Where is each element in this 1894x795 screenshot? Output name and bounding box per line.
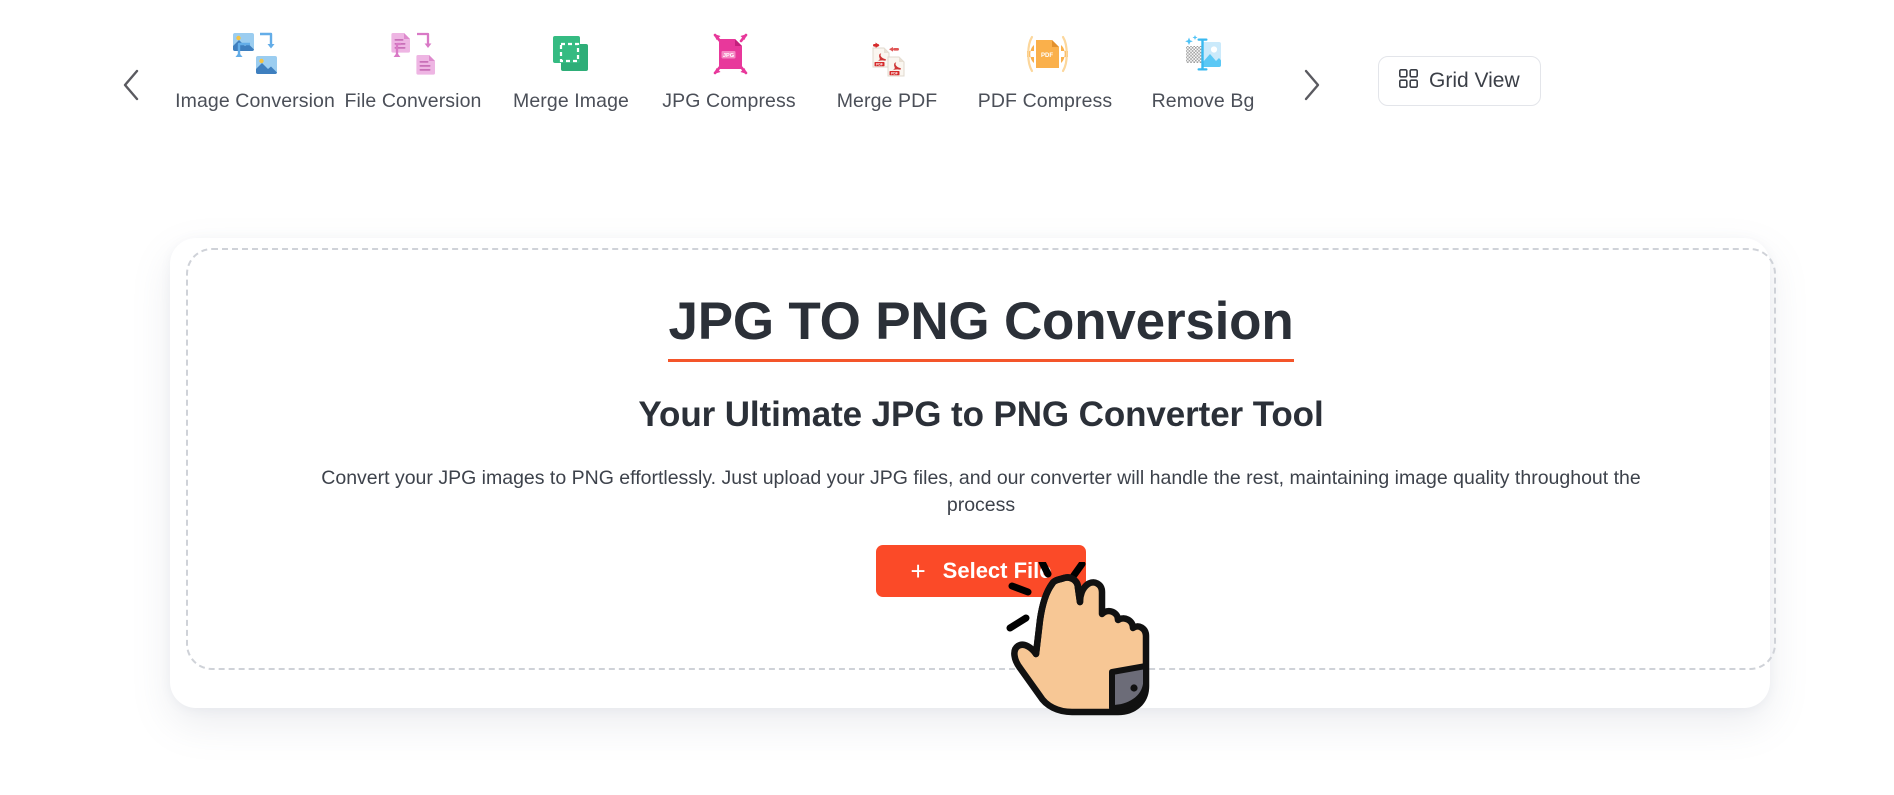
merge-pdf-icon: PDF PDF xyxy=(862,30,912,78)
tool-item-file-conversion[interactable]: File Conversion xyxy=(334,30,492,113)
tool-label: Merge PDF xyxy=(836,90,938,112)
svg-text:PDF: PDF xyxy=(891,71,898,75)
select-file-label: Select File xyxy=(942,558,1052,584)
tool-label: Image Conversion xyxy=(175,90,335,112)
file-conversion-icon xyxy=(388,30,438,78)
tool-list: Image Conversion File Conversion Merge I… xyxy=(175,30,1282,113)
chevron-left-icon xyxy=(120,68,142,102)
tool-item-image-conversion[interactable]: Image Conversion xyxy=(175,30,335,113)
grid-view-label: Grid View xyxy=(1429,69,1520,92)
select-file-row: + Select File xyxy=(876,545,1086,598)
page-title: JPG TO PNG Conversion xyxy=(668,292,1294,351)
upload-card-content: JPG TO PNG Conversion Your Ultimate JPG … xyxy=(186,248,1776,670)
select-file-button[interactable]: + Select File xyxy=(876,545,1086,598)
image-conversion-icon xyxy=(230,30,280,78)
remove-bg-icon xyxy=(1178,30,1228,78)
page-root: Image Conversion File Conversion Merge I… xyxy=(0,0,1894,795)
plus-icon: + xyxy=(910,556,926,587)
tool-item-pdf-compress[interactable]: PDF PDF Compress xyxy=(966,30,1124,113)
merge-image-icon xyxy=(546,30,596,78)
svg-text:PDF: PDF xyxy=(876,62,883,66)
tool-item-merge-pdf[interactable]: PDF PDF Merge PDF xyxy=(808,30,966,113)
tool-label: Remove Bg xyxy=(1151,90,1255,112)
tool-navigation-bar: Image Conversion File Conversion Merge I… xyxy=(0,30,1894,140)
tool-label: Merge Image xyxy=(513,90,629,112)
tool-label: File Conversion xyxy=(344,90,482,112)
pdf-compress-icon: PDF xyxy=(1020,30,1070,78)
svg-text:JPG: JPG xyxy=(723,53,734,59)
tool-item-jpg-compress[interactable]: JPG JPG Compress xyxy=(650,30,808,113)
page-title-wrapper: JPG TO PNG Conversion xyxy=(668,292,1294,362)
svg-text:PDF: PDF xyxy=(1041,53,1053,59)
tool-label: JPG Compress xyxy=(662,90,796,112)
grid-view-icon xyxy=(1399,69,1418,93)
tool-item-merge-image[interactable]: Merge Image xyxy=(492,30,650,113)
next-tools-button[interactable] xyxy=(1288,62,1334,108)
prev-tools-button[interactable] xyxy=(108,62,154,108)
page-subtitle: Your Ultimate JPG to PNG Converter Tool xyxy=(638,394,1324,434)
tool-label: PDF Compress xyxy=(977,90,1113,112)
grid-view-button[interactable]: Grid View xyxy=(1378,56,1541,106)
jpg-compress-icon: JPG xyxy=(704,30,754,78)
page-description: Convert your JPG images to PNG effortles… xyxy=(321,466,1641,516)
tool-item-remove-bg[interactable]: Remove Bg xyxy=(1124,30,1282,113)
title-underline xyxy=(668,358,1294,362)
chevron-right-icon xyxy=(1300,68,1322,102)
